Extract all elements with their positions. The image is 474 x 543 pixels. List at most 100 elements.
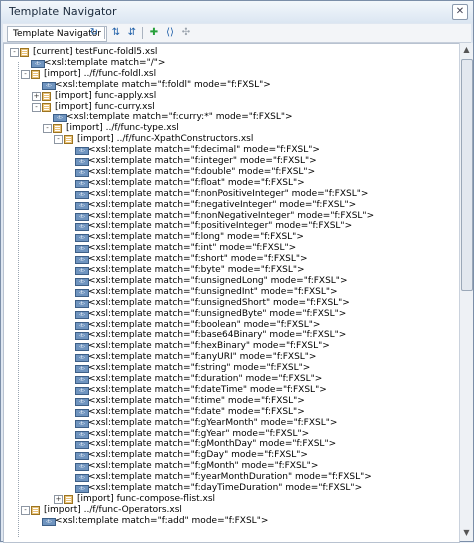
template-icon: ‹t› bbox=[53, 114, 67, 123]
template-icon: ‹t› bbox=[75, 245, 89, 254]
tree-row-label: <xsl:template match="f:float" mode="f:FX… bbox=[88, 177, 305, 188]
template-icon: ‹t› bbox=[75, 463, 89, 472]
template-icon: ‹t› bbox=[75, 430, 89, 439]
template-icon: ‹t› bbox=[75, 288, 89, 297]
template-icon: ‹t› bbox=[42, 81, 56, 90]
tree-guide-line bbox=[18, 62, 19, 538]
tree-row-label: <xsl:template match="f:anyURI" mode="f:F… bbox=[88, 352, 317, 363]
template-icon: ‹t› bbox=[75, 332, 89, 341]
tree-row-label: <xsl:template match="f:short" mode="f:FX… bbox=[88, 254, 308, 265]
navigate-icon[interactable]: ✣ bbox=[179, 26, 193, 40]
template-icon: ‹t› bbox=[75, 299, 89, 308]
template-icon: ‹t› bbox=[75, 485, 89, 493]
collapse-icon[interactable]: - bbox=[43, 124, 52, 134]
template-icon: ‹t› bbox=[75, 386, 89, 395]
scroll-down-icon[interactable]: ▼ bbox=[462, 527, 471, 539]
add-icon[interactable]: ✚ bbox=[147, 26, 161, 40]
tree-row-label: <xsl:template match="f:foldl" mode="f:FX… bbox=[55, 79, 271, 90]
sort-descending-icon[interactable]: ⇵ bbox=[125, 26, 139, 40]
template-icon: ‹t› bbox=[75, 419, 89, 428]
collapse-icon[interactable]: - bbox=[54, 135, 63, 145]
template-icon: ‹t› bbox=[75, 321, 89, 330]
template-icon: ‹t› bbox=[31, 59, 45, 68]
template-icon: ‹t› bbox=[75, 277, 89, 286]
tree-row-label: [import] func-curry.xsl bbox=[55, 101, 155, 112]
template-icon: ‹t› bbox=[75, 397, 89, 406]
template-icon: ‹t› bbox=[75, 310, 89, 319]
scroll-up-icon[interactable]: ▲ bbox=[462, 44, 471, 56]
expand-icon[interactable]: + bbox=[54, 494, 63, 504]
template-icon: ‹t› bbox=[75, 256, 89, 265]
template-icon: ‹t› bbox=[75, 223, 89, 232]
tree-row-label: [import] ../f/func-XpathConstructors.xsl bbox=[77, 134, 254, 145]
tree-row-label: <xsl:template match="f:nonPositiveIntege… bbox=[88, 188, 369, 199]
tree-row-label: <xsl:template match="f:boolean" mode="f:… bbox=[88, 319, 321, 330]
tree-row-label: <xsl:template match="f:decimal" mode="f:… bbox=[88, 145, 320, 156]
template-icon: ‹t› bbox=[75, 267, 89, 275]
toolbar: Template Navigator ↻ ⇅ ⇵ ✚ ⟨⟩ ✣ bbox=[3, 24, 471, 43]
tree-row-label: <xsl:template match="f:gMonthDay" mode="… bbox=[88, 439, 337, 450]
tree-row-label: [import] ../f/func-Operators.xsl bbox=[44, 504, 182, 515]
template-tree[interactable]: - [current] testFunc-foldl5.xsl ‹t› <xsl:te… bbox=[3, 43, 460, 543]
template-icon: ‹t› bbox=[75, 147, 89, 156]
vertical-scrollbar[interactable]: ▲ ▼ bbox=[459, 43, 473, 541]
tree-row-label: <xsl:template match="f:base64Binary" mod… bbox=[88, 330, 347, 341]
template-icon: ‹t› bbox=[75, 158, 89, 166]
tree-row-label: <xsl:template match="f:date" mode="f:FXS… bbox=[88, 406, 305, 417]
code-icon[interactable]: ⟨⟩ bbox=[163, 26, 177, 40]
template-icon: ‹t› bbox=[75, 441, 89, 450]
template-icon: ‹t› bbox=[75, 376, 89, 384]
template-icon: ‹t› bbox=[75, 408, 89, 417]
template-icon: ‹t› bbox=[75, 190, 89, 199]
tree-row-label: <xsl:template match="f:add" mode="f:FXSL… bbox=[55, 515, 269, 526]
title-bar: Template Navigator ✕ bbox=[1, 1, 473, 23]
tree-row-label: <xsl:template match="/"> bbox=[44, 57, 166, 68]
template-icon: ‹t› bbox=[75, 354, 89, 363]
tree-row-label: <xsl:template match="f:time" mode="f:FXS… bbox=[88, 395, 305, 406]
xsl-file-icon bbox=[42, 91, 51, 101]
template-icon: ‹t› bbox=[75, 201, 89, 210]
xsl-file-icon bbox=[53, 124, 62, 134]
tree-row-label: <xsl:template match="f:positiveInteger" … bbox=[88, 221, 353, 232]
tree-row-label: <xsl:template match="f:integer" mode="f:… bbox=[88, 156, 317, 166]
xsl-file-icon bbox=[64, 135, 73, 145]
collapse-icon[interactable]: - bbox=[32, 102, 41, 112]
template-icon: ‹t› bbox=[75, 212, 89, 221]
tree-row-label: <xsl:template match="f:unsignedLong" mod… bbox=[88, 275, 348, 286]
expand-icon[interactable]: + bbox=[32, 91, 41, 101]
tree-row-label: <xsl:template match="f:nonNegativeIntege… bbox=[88, 210, 375, 221]
tree-row-label: <xsl:template match="f:curry:*" mode="f:… bbox=[66, 112, 293, 123]
tree-row-label: <xsl:template match="f:negativeInteger" … bbox=[88, 199, 357, 210]
tree-row-label: <xsl:template match="f:gYearMonth" mode=… bbox=[88, 417, 338, 428]
tree-row-label: <xsl:template match="f:string" mode="f:F… bbox=[88, 363, 311, 374]
toolbar-separator bbox=[104, 27, 105, 39]
scrollbar-thumb[interactable] bbox=[461, 59, 473, 291]
collapse-icon[interactable]: - bbox=[10, 48, 19, 57]
window-title: Template Navigator bbox=[9, 5, 117, 18]
tree-row-label: <xsl:template match="f:unsignedInt" mode… bbox=[88, 286, 338, 297]
template-icon: ‹t› bbox=[75, 234, 89, 243]
sort-ascending-icon[interactable]: ⇅ bbox=[109, 26, 123, 40]
tree-row-label: <xsl:template match="f:double" mode="f:F… bbox=[88, 166, 316, 177]
tree-row-label: <xsl:template match="f:dayTimeDuration" … bbox=[88, 483, 363, 493]
tree-row-label: <xsl:template match="f:int" mode="f:FXSL… bbox=[88, 243, 297, 254]
tree-row-label: <xsl:template match="f:yearMonthDuration… bbox=[88, 472, 372, 483]
tree-row-label: <xsl:template match="f:unsignedShort" mo… bbox=[88, 297, 350, 308]
tree-row-label: [import] ../f/func-foldl.xsl bbox=[44, 68, 157, 79]
tree-row-label: <xsl:template match="f:gMonth" mode="f:F… bbox=[88, 461, 319, 472]
toolbar-separator bbox=[142, 27, 143, 39]
collapse-icon[interactable]: - bbox=[21, 69, 30, 79]
tree-row-label: [import] func-apply.xsl bbox=[55, 90, 157, 101]
xsl-file-icon bbox=[20, 48, 29, 57]
tree-row-label: <xsl:template match="f:long" mode="f:FXS… bbox=[88, 232, 304, 243]
template-icon: ‹t› bbox=[75, 168, 89, 177]
template-icon: ‹t› bbox=[75, 474, 89, 483]
collapse-icon[interactable]: - bbox=[21, 505, 30, 515]
template-icon: ‹t› bbox=[75, 179, 89, 188]
tree-row-label: <xsl:template match="f:gYear" mode="f:FX… bbox=[88, 428, 310, 439]
refresh-icon[interactable]: ↻ bbox=[87, 26, 101, 40]
xsl-file-icon bbox=[31, 69, 40, 79]
tree-row-label: [import] ../f/func-type.xsl bbox=[66, 123, 179, 134]
tree-row-label: <xsl:template match="f:hexBinary" mode="… bbox=[88, 341, 330, 352]
close-icon[interactable]: ✕ bbox=[452, 4, 468, 20]
